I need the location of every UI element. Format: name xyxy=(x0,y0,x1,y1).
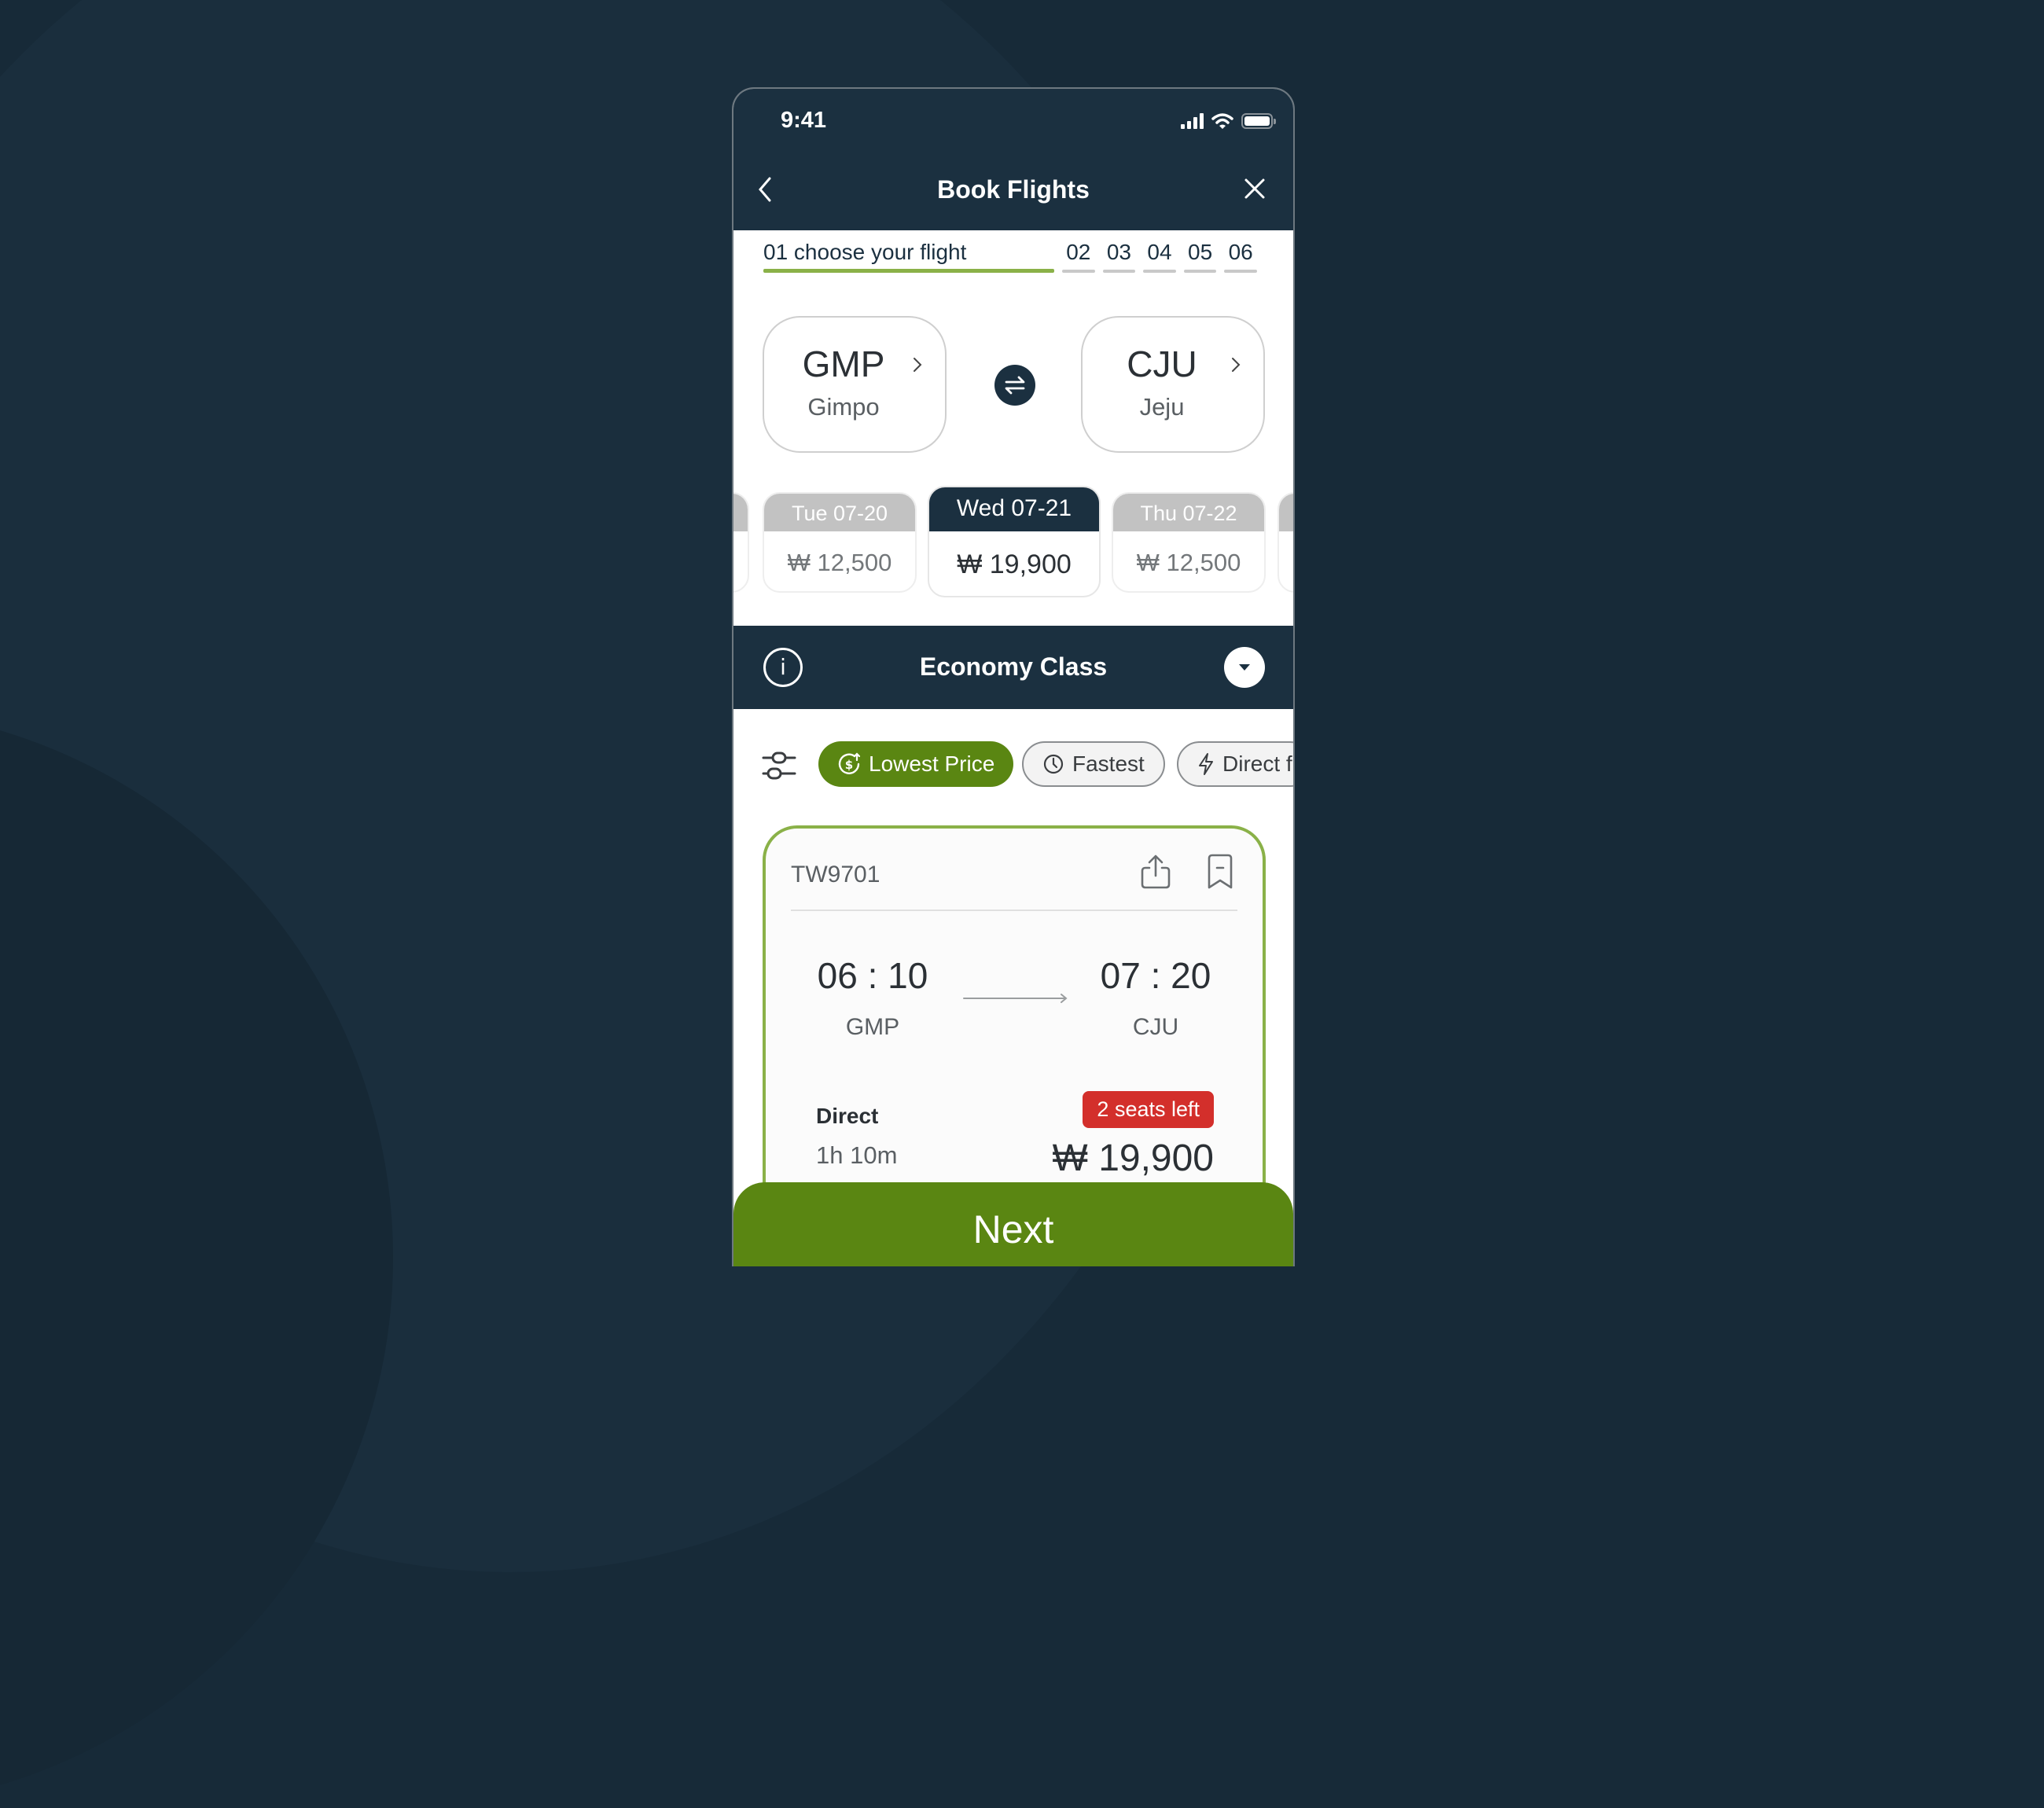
wifi-icon xyxy=(1211,113,1233,129)
filter-chip-direct[interactable]: Direct f xyxy=(1177,741,1293,787)
departure-code: GMP xyxy=(845,1014,900,1040)
filter-sliders-icon[interactable] xyxy=(762,748,796,783)
next-button[interactable]: Next xyxy=(733,1182,1293,1266)
date-card-partial[interactable] xyxy=(733,492,749,593)
date-price: ₩ 12,500 xyxy=(787,549,892,576)
step-item: 02 xyxy=(1062,240,1095,273)
cabin-class-label: Economy Class xyxy=(919,652,1108,681)
destination-city: Jeju xyxy=(1139,393,1185,421)
share-button[interactable] xyxy=(1138,852,1173,891)
page-title: Book Flights xyxy=(937,175,1090,204)
origin-airport-button[interactable]: GMP Gimpo xyxy=(763,316,947,453)
date-card[interactable]: Thu 07-22 ₩ 12,500 xyxy=(1112,492,1266,593)
filter-label: Lowest Price xyxy=(869,751,995,776)
card-actions xyxy=(1138,852,1237,891)
step-item: 04 xyxy=(1143,240,1176,273)
arrival-time: 07 : 20 xyxy=(1100,955,1211,996)
date-price: ₩ 12,500 xyxy=(1136,549,1241,576)
divider xyxy=(791,910,1237,911)
arrival-block: 07 : 20 CJU xyxy=(1085,954,1226,1041)
share-icon xyxy=(1141,854,1171,889)
flight-number: TW9701 xyxy=(791,862,880,887)
signal-icon xyxy=(1181,113,1204,129)
filter-label: Fastest xyxy=(1072,751,1145,776)
date-label: Wed 07-21 xyxy=(929,487,1099,531)
origin-city: Gimpo xyxy=(807,393,880,421)
chevron-right-icon xyxy=(1232,358,1241,372)
step-item: 06 xyxy=(1224,240,1257,273)
phone-frame: 9:41 Book Flights 01 choose your flight … xyxy=(732,87,1295,1266)
filter-label: Direct f xyxy=(1222,751,1292,776)
departure-time: 06 : 10 xyxy=(817,955,928,996)
stop-type: Direct xyxy=(816,1104,879,1128)
date-card-selected[interactable]: Wed 07-21 ₩ 19,900 xyxy=(928,486,1101,597)
flight-duration: 1h 10m xyxy=(816,1141,898,1169)
date-card-partial[interactable] xyxy=(1278,492,1293,593)
bookmark-icon xyxy=(1208,854,1233,889)
step-item: 05 xyxy=(1183,240,1217,273)
flight-card[interactable]: TW9701 06 : 10 GMP 07 : 20 CJU Direct 1h… xyxy=(763,825,1266,1234)
step-item: 03 xyxy=(1102,240,1136,273)
swap-airports-button[interactable] xyxy=(994,365,1035,406)
sort-filters: $ Lowest Price Fastest Direct f xyxy=(733,737,1293,792)
close-icon[interactable] xyxy=(1243,177,1266,200)
destination-airport-button[interactable]: CJU Jeju xyxy=(1081,316,1265,453)
battery-icon xyxy=(1241,113,1276,129)
date-price: ₩ 19,900 xyxy=(957,549,1072,579)
filter-chip-fastest[interactable]: Fastest xyxy=(1022,741,1165,787)
date-label: Tue 07-20 xyxy=(764,494,915,531)
svg-text:$: $ xyxy=(845,758,853,772)
step-current: 01 choose your flight xyxy=(763,240,1054,273)
caret-down-icon xyxy=(1239,664,1250,671)
filter-chip-lowest-price[interactable]: $ Lowest Price xyxy=(818,741,1014,787)
step-progress: 01 choose your flight 02 03 04 05 06 xyxy=(763,240,1265,287)
flight-price: ₩ 19,900 xyxy=(1052,1137,1214,1179)
clock-icon xyxy=(1043,754,1064,774)
cabin-class-bar: i Economy Class xyxy=(733,626,1293,709)
bookmark-button[interactable] xyxy=(1203,852,1237,891)
date-label: Thu 07-22 xyxy=(1113,494,1264,531)
status-time: 9:41 xyxy=(781,108,827,133)
cabin-class-dropdown-button[interactable] xyxy=(1224,647,1265,688)
seats-left-badge: 2 seats left xyxy=(1083,1091,1214,1128)
date-card[interactable]: Tue 07-20 ₩ 12,500 xyxy=(763,492,917,593)
lightning-icon xyxy=(1199,753,1213,775)
status-icons xyxy=(1181,112,1276,130)
departure-block: 06 : 10 GMP xyxy=(802,954,943,1041)
arrival-code: CJU xyxy=(1132,1014,1179,1040)
date-selector: Tue 07-20 ₩ 12,500 Wed 07-21 ₩ 19,900 Th… xyxy=(733,486,1293,604)
top-bar: 9:41 Book Flights xyxy=(733,89,1293,230)
dollar-sort-icon: $ xyxy=(838,752,861,774)
chevron-right-icon xyxy=(914,358,922,372)
swap-arrows-icon xyxy=(1005,376,1025,395)
route-arrow-icon xyxy=(963,994,1068,1003)
